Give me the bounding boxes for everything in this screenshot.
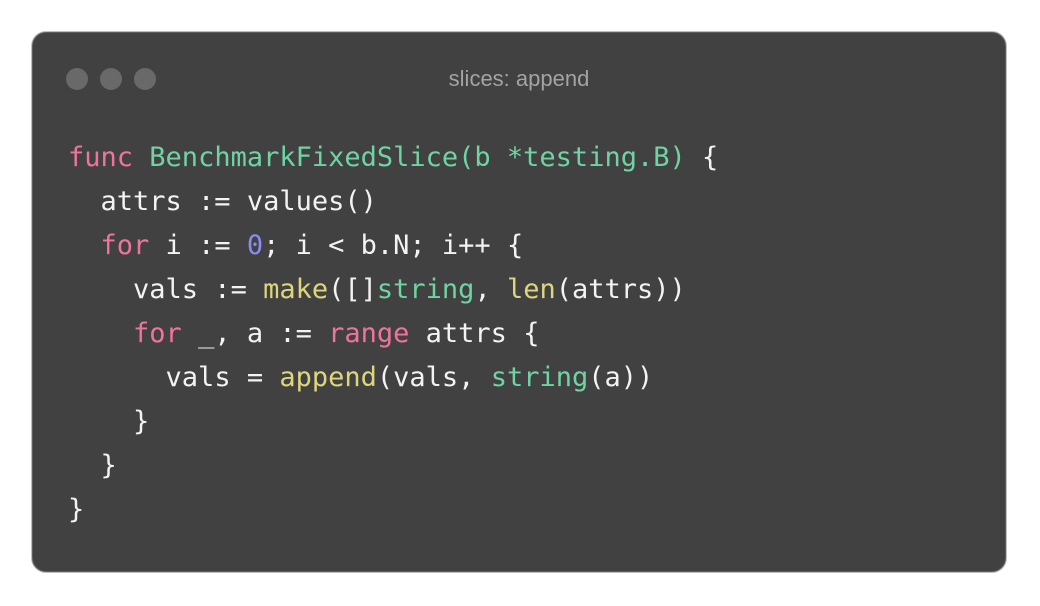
code-line: func BenchmarkFixedSlice(b *testing.B) { [68, 136, 718, 180]
code-line: vals = append(vals, string(a)) [68, 356, 718, 400]
window-title: slices: append [448, 66, 590, 91]
code-line: for _, a := range attrs { [68, 312, 718, 356]
code-token: make [263, 274, 329, 305]
code-line: } [68, 444, 718, 488]
code-token: _, a := [181, 318, 329, 349]
code-block: func BenchmarkFixedSlice(b *testing.B) {… [68, 136, 718, 532]
code-token: string [376, 274, 475, 305]
code-token: { [685, 142, 719, 173]
code-token: func [68, 142, 134, 173]
code-line: for i := 0; i < b.N; i++ { [68, 224, 718, 268]
code-token: } [100, 450, 117, 481]
window-titlebar: slices: append [33, 33, 1005, 125]
code-token: attrs := values() [100, 186, 377, 217]
code-token: ; i < b.N; i++ { [263, 230, 524, 261]
code-token: BenchmarkFixedSlice(b *testing.B) [149, 142, 686, 173]
code-line: } [68, 488, 718, 532]
code-token: for [133, 318, 182, 349]
code-token: attrs { [409, 318, 540, 349]
code-token: range [328, 318, 410, 349]
code-token: vals := [133, 274, 264, 305]
code-token: for [100, 230, 150, 261]
code-token: (attrs)) [555, 274, 686, 305]
code-token: , [474, 274, 507, 305]
code-token: } [133, 406, 150, 437]
code-window: slices: append func BenchmarkFixedSlice(… [32, 32, 1006, 572]
code-token: } [68, 494, 85, 525]
code-token: (vals, [376, 362, 491, 393]
code-line: vals := make([]string, len(attrs)) [68, 268, 718, 312]
code-token: len [506, 274, 556, 305]
code-line: } [68, 400, 718, 444]
code-token: string [490, 362, 589, 393]
code-token: append [279, 362, 377, 393]
code-token: i := [149, 230, 247, 261]
code-token: (a)) [588, 362, 654, 393]
code-token: vals = [165, 362, 280, 393]
code-token: 0 [246, 230, 264, 261]
code-line: attrs := values() [68, 180, 718, 224]
code-token: ([] [328, 274, 377, 305]
